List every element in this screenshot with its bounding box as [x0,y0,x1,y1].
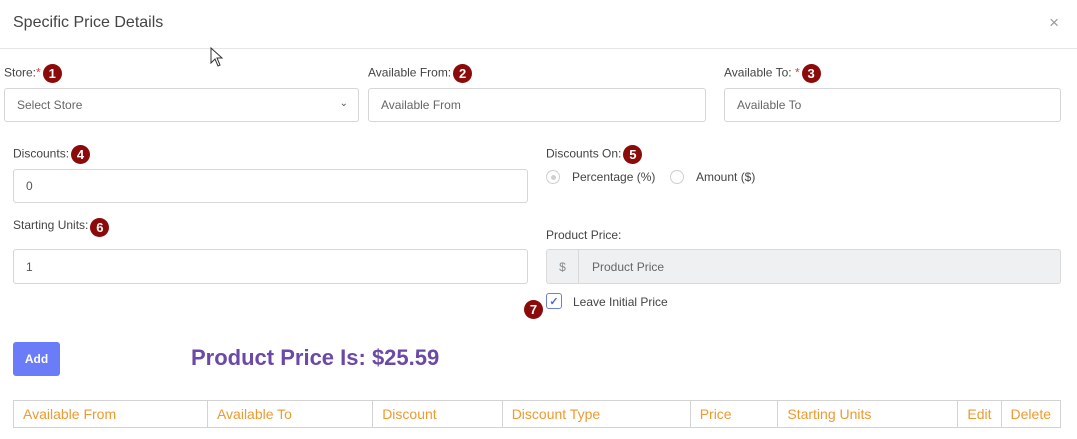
col-available-from[interactable]: Available From [13,400,208,428]
store-select[interactable]: Select Store ⌄ [4,88,359,122]
callout-4: 4 [71,145,91,164]
product-price-input: $ Product Price [546,249,1061,284]
close-icon[interactable]: × [1049,14,1059,31]
available-from-label: Available From: 2 [368,64,473,83]
leave-initial-price-checkbox[interactable]: ✓ [546,293,562,309]
modal-header: Specific Price Details × [0,0,1077,49]
col-discount-type[interactable]: Discount Type [501,400,691,428]
store-label: Store:* 1 [4,64,62,83]
discounts-label: Discounts: 4 [13,145,91,164]
leave-initial-price-label: Leave Initial Price [573,295,668,309]
callout-1: 1 [42,64,62,83]
modal-title: Specific Price Details [13,14,164,31]
callout-2: 2 [453,64,473,83]
dollar-addon: $ [547,250,579,283]
callout-5: 5 [623,145,643,164]
col-starting-units[interactable]: Starting Units [777,400,959,428]
col-discount[interactable]: Discount [372,400,503,428]
product-price-message: Product Price Is: $25.59 [191,345,440,370]
table-header-row: Available From Available To Discount Dis… [13,400,1062,428]
radio-percentage[interactable]: Percentage (%) [546,170,655,184]
radio-amount[interactable]: Amount ($) [670,170,755,184]
discounts-input[interactable]: 0 [13,169,528,203]
discounts-on-label: Discounts On: 5 [546,145,643,164]
mouse-cursor-icon [210,47,224,67]
col-available-to[interactable]: Available To [206,400,374,428]
product-price-label: Product Price: [546,228,622,242]
chevron-down-icon: ⌄ [339,98,348,109]
available-to-input[interactable]: Available To [724,88,1061,122]
add-button[interactable]: Add [13,342,60,376]
starting-units-label: Starting Units: 6 [13,218,110,237]
col-edit[interactable]: Edit [957,400,1002,428]
starting-units-input[interactable]: 1 [13,249,528,284]
radio-circle-selected [546,170,560,184]
callout-3: 3 [801,64,821,83]
callout-7: 7 [524,300,543,319]
col-delete[interactable]: Delete [1000,400,1062,428]
price-table: Available From Available To Discount Dis… [13,400,1062,428]
col-price[interactable]: Price [689,400,779,428]
available-to-label: Available To: * 3 [724,64,821,83]
callout-6: 6 [90,218,110,237]
radio-circle [670,170,684,184]
available-from-input[interactable]: Available From [368,88,706,122]
